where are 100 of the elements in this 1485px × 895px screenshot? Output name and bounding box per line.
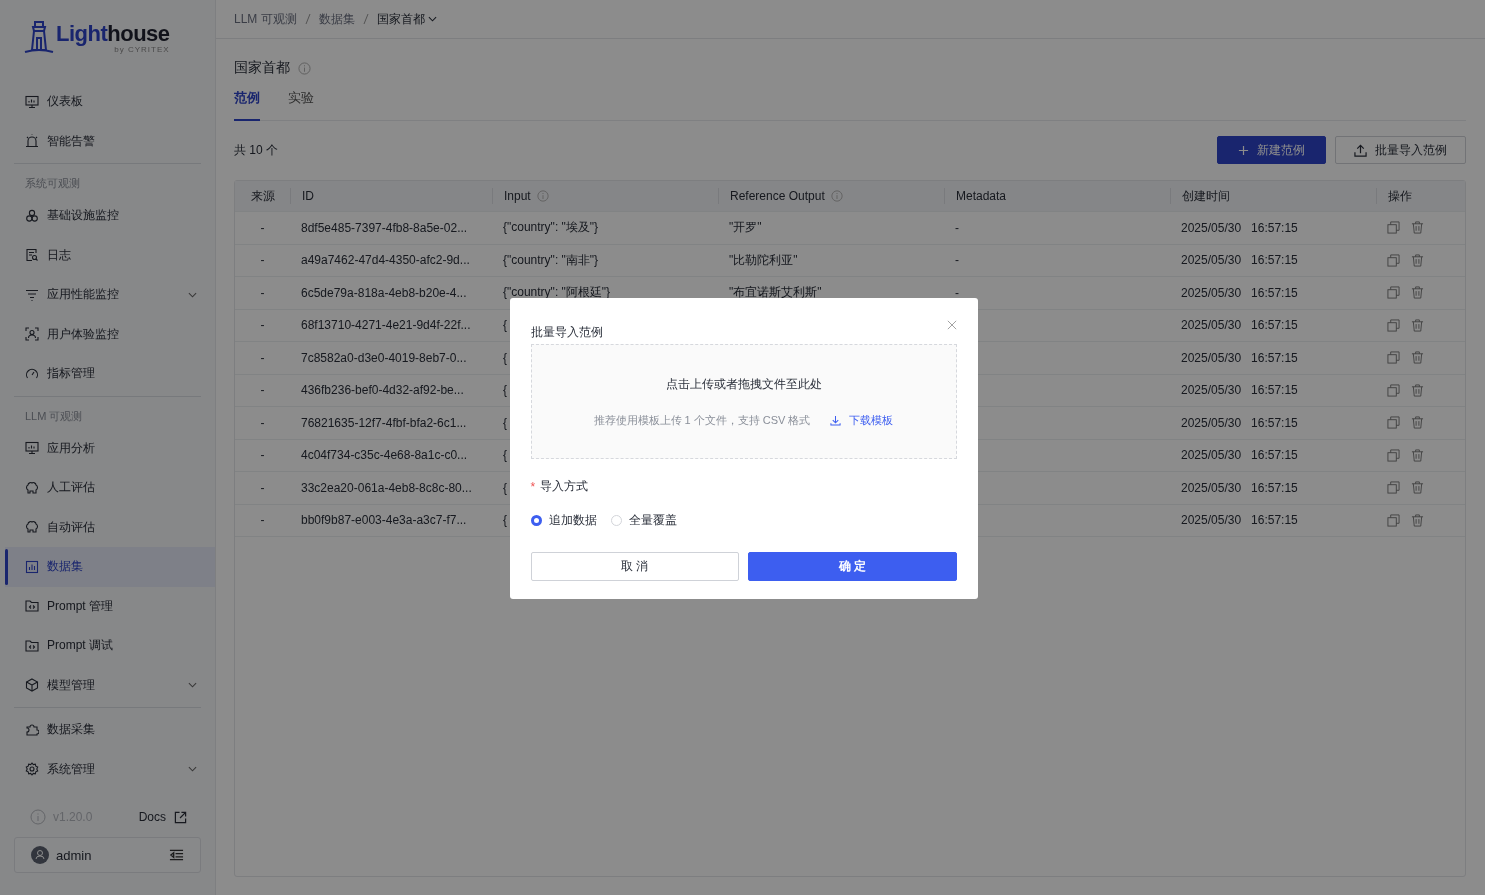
breadcrumb-link[interactable]: LLM 可观测 [234,10,297,28]
collapse-menu-icon[interactable] [169,849,184,861]
column-header: 来源 [251,187,275,205]
sidebar-item[interactable]: 数据集 [5,547,215,587]
filter-icon [25,287,39,302]
table-cell: a49a7462-47d4-4350-afc2-9d... [301,253,470,268]
sidebar-item[interactable]: 智能告警 [14,121,201,161]
new-example-button[interactable]: 新建范例 [1217,136,1326,164]
table-cell: - [955,253,959,268]
copy-icon[interactable] [1387,416,1400,430]
copy-icon[interactable] [1387,383,1400,397]
tab[interactable]: 实验 [288,89,314,121]
sidebar-item[interactable]: 仪表板 [14,82,201,122]
cube-icon [25,678,39,693]
table-cell: 2025/05/30 16:57:15 [1181,253,1298,268]
delete-icon[interactable] [1411,513,1424,527]
delete-icon[interactable] [1411,448,1424,462]
copy-icon[interactable] [1387,481,1400,495]
delete-icon[interactable] [1411,286,1424,300]
user-panel[interactable]: admin [14,837,201,873]
sidebar-item[interactable]: 模型管理 [14,665,201,705]
column-header: Input [504,189,531,203]
delete-icon[interactable] [1411,351,1424,365]
copy-icon[interactable] [1387,318,1400,332]
column-header: ID [302,189,314,203]
table-cell: - [260,513,265,528]
separator-icon [304,13,311,25]
required-mark: * [530,479,536,494]
table-cell: 2025/05/30 16:57:15 [1181,383,1298,398]
copy-icon[interactable] [1387,221,1400,235]
confirm-button[interactable]: 确 定 [748,552,957,581]
info-icon [298,61,311,75]
sidebar-item[interactable]: 自动评估 [14,507,201,547]
table-cell: - [260,350,265,365]
table-cell: - [260,415,265,430]
sidebar-item[interactable]: 应用性能监控 [14,275,201,315]
field-label: 导入方式 [540,478,589,495]
download-template-link[interactable]: 下载模板 [830,412,894,428]
table-cell: - [260,480,265,495]
column-header: 创建时间 [1182,187,1230,205]
log-icon [25,248,39,263]
delete-icon[interactable] [1411,383,1424,397]
sidebar-item[interactable]: 指标管理 [14,354,201,394]
user-name: admin [56,847,93,863]
copy-icon[interactable] [1387,253,1400,267]
table-cell: - [955,285,959,300]
table-cell: 2025/05/30 16:57:15 [1181,220,1298,235]
table-cell: 2025/05/30 16:57:15 [1181,285,1298,300]
delete-icon[interactable] [1411,318,1424,332]
table-cell: 8df5e485-7397-4fb8-8a5e-02... [301,220,468,235]
sidebar-item[interactable]: 系统管理 [14,749,201,789]
folder-icon [25,599,39,614]
tab[interactable]: 范例 [234,89,260,121]
plus-icon [1238,144,1249,156]
table-cell: { [503,480,507,495]
docs-link[interactable]: Docs [138,810,187,824]
delete-icon[interactable] [1411,416,1424,430]
lighthouse-icon [24,18,54,54]
table-cell: - [260,448,265,463]
chevron-down-icon [427,16,437,22]
cancel-button[interactable]: 取 消 [530,552,739,581]
sidebar-item[interactable]: 应用分析 [14,428,201,468]
avatar-icon [31,846,49,864]
sidebar-item[interactable]: 基础设施监控 [14,196,201,236]
user-scan-icon [25,327,39,342]
sidebar-item[interactable]: Prompt 管理 [14,586,201,626]
delete-icon[interactable] [1411,221,1424,235]
radio-option[interactable]: 追加数据 [530,512,597,529]
sidebar-item[interactable]: 用户体验监控 [14,314,201,354]
upload-hint: 推荐使用模板上传 1 个文件，支持 CSV 格式 [593,412,811,428]
table-cell: "比勒陀利亚" [729,252,798,267]
upload-dropzone[interactable]: 点击上传或者拖拽文件至此处 推荐使用模板上传 1 个文件，支持 CSV 格式 下载模板 [530,344,957,459]
table-cell: { [503,513,507,528]
nodes-icon [25,208,39,223]
copy-icon[interactable] [1387,286,1400,300]
sidebar-item[interactable]: 日志 [14,235,201,275]
table-cell: - [260,285,265,300]
sidebar-item[interactable]: 人工评估 [14,468,201,508]
breadcrumb-link[interactable]: 数据集 [318,10,355,28]
table-cell: { [503,318,507,333]
breadcrumb-link[interactable]: 国家首都 [376,10,437,28]
table-cell: 2025/05/30 16:57:15 [1181,415,1298,430]
delete-icon[interactable] [1411,481,1424,495]
radio-option[interactable]: 全量覆盖 [610,512,677,529]
dialog-title: 批量导入范例 [530,323,603,341]
batch-import-button[interactable]: 批量导入范例 [1335,136,1466,164]
delete-icon[interactable] [1411,253,1424,267]
close-icon[interactable] [946,320,957,330]
table-cell: 6c5de79a-818a-4eb8-b20e-4... [301,285,467,300]
copy-icon[interactable] [1387,448,1400,462]
table-cell: 68f13710-4271-4e21-9d4f-22f... [301,318,471,333]
info-icon [30,809,46,825]
copy-icon[interactable] [1387,351,1400,365]
column-header: Reference Output [730,189,825,203]
copy-icon[interactable] [1387,513,1400,527]
table-cell: 7c8582a0-d3e0-4019-8eb7-0... [301,350,467,365]
sidebar-item[interactable]: Prompt 调试 [14,626,201,666]
alarm-icon [25,134,39,149]
sidebar-item[interactable]: 数据采集 [14,710,201,750]
table-cell: - [260,383,265,398]
